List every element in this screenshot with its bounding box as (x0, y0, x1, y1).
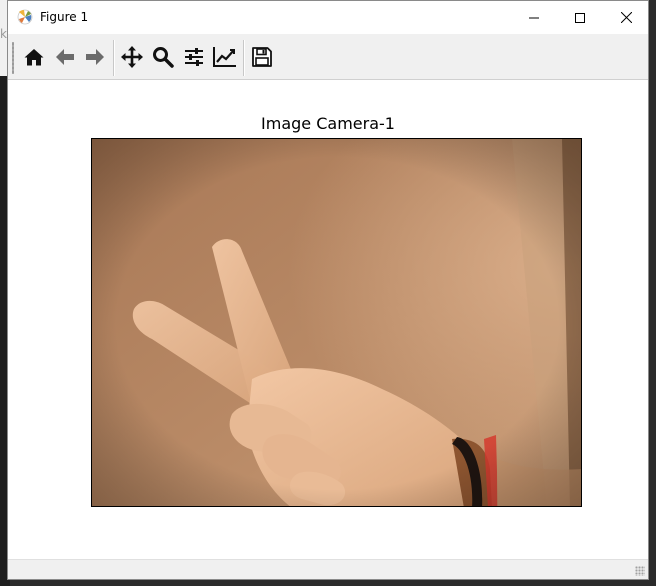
minimize-button[interactable] (511, 1, 557, 34)
toolbar-separator (113, 40, 115, 76)
forward-button[interactable] (81, 43, 109, 71)
camera-image (92, 139, 581, 506)
resize-grip[interactable] (635, 566, 645, 576)
zoom-icon (153, 47, 174, 68)
pan-button[interactable] (118, 43, 146, 71)
customize-button[interactable] (211, 43, 239, 71)
title-bar[interactable]: Figure 1 (8, 1, 648, 34)
arrow-right-icon (86, 49, 104, 65)
background-partial-text: k (0, 27, 7, 41)
window-title: Figure 1 (40, 10, 89, 24)
figure-canvas[interactable]: Image Camera-1 (8, 80, 648, 559)
subplots-button[interactable] (180, 43, 208, 71)
plot-title: Image Camera-1 (261, 114, 395, 133)
status-bar (8, 559, 648, 579)
maximize-button[interactable] (557, 1, 603, 34)
back-button[interactable] (51, 43, 79, 71)
zoom-button[interactable] (149, 43, 177, 71)
figure-window: Figure 1 Image Camera-1 (7, 0, 649, 580)
minimize-icon (529, 17, 539, 18)
save-icon (252, 47, 272, 67)
home-icon (24, 49, 44, 66)
move-icon (121, 46, 143, 68)
toolbar-separator (243, 40, 245, 76)
image-axes[interactable] (91, 138, 582, 507)
arrow-left-icon (56, 49, 74, 65)
toolbar-grip[interactable] (12, 42, 14, 74)
maximize-icon (575, 12, 585, 23)
matplotlib-logo-icon (17, 9, 33, 25)
save-button[interactable] (248, 43, 276, 71)
home-button[interactable] (20, 43, 48, 71)
line-chart-icon (213, 47, 236, 67)
navigation-toolbar (8, 34, 648, 80)
close-button[interactable] (603, 1, 649, 34)
close-icon (620, 12, 632, 23)
sliders-icon (185, 48, 203, 66)
